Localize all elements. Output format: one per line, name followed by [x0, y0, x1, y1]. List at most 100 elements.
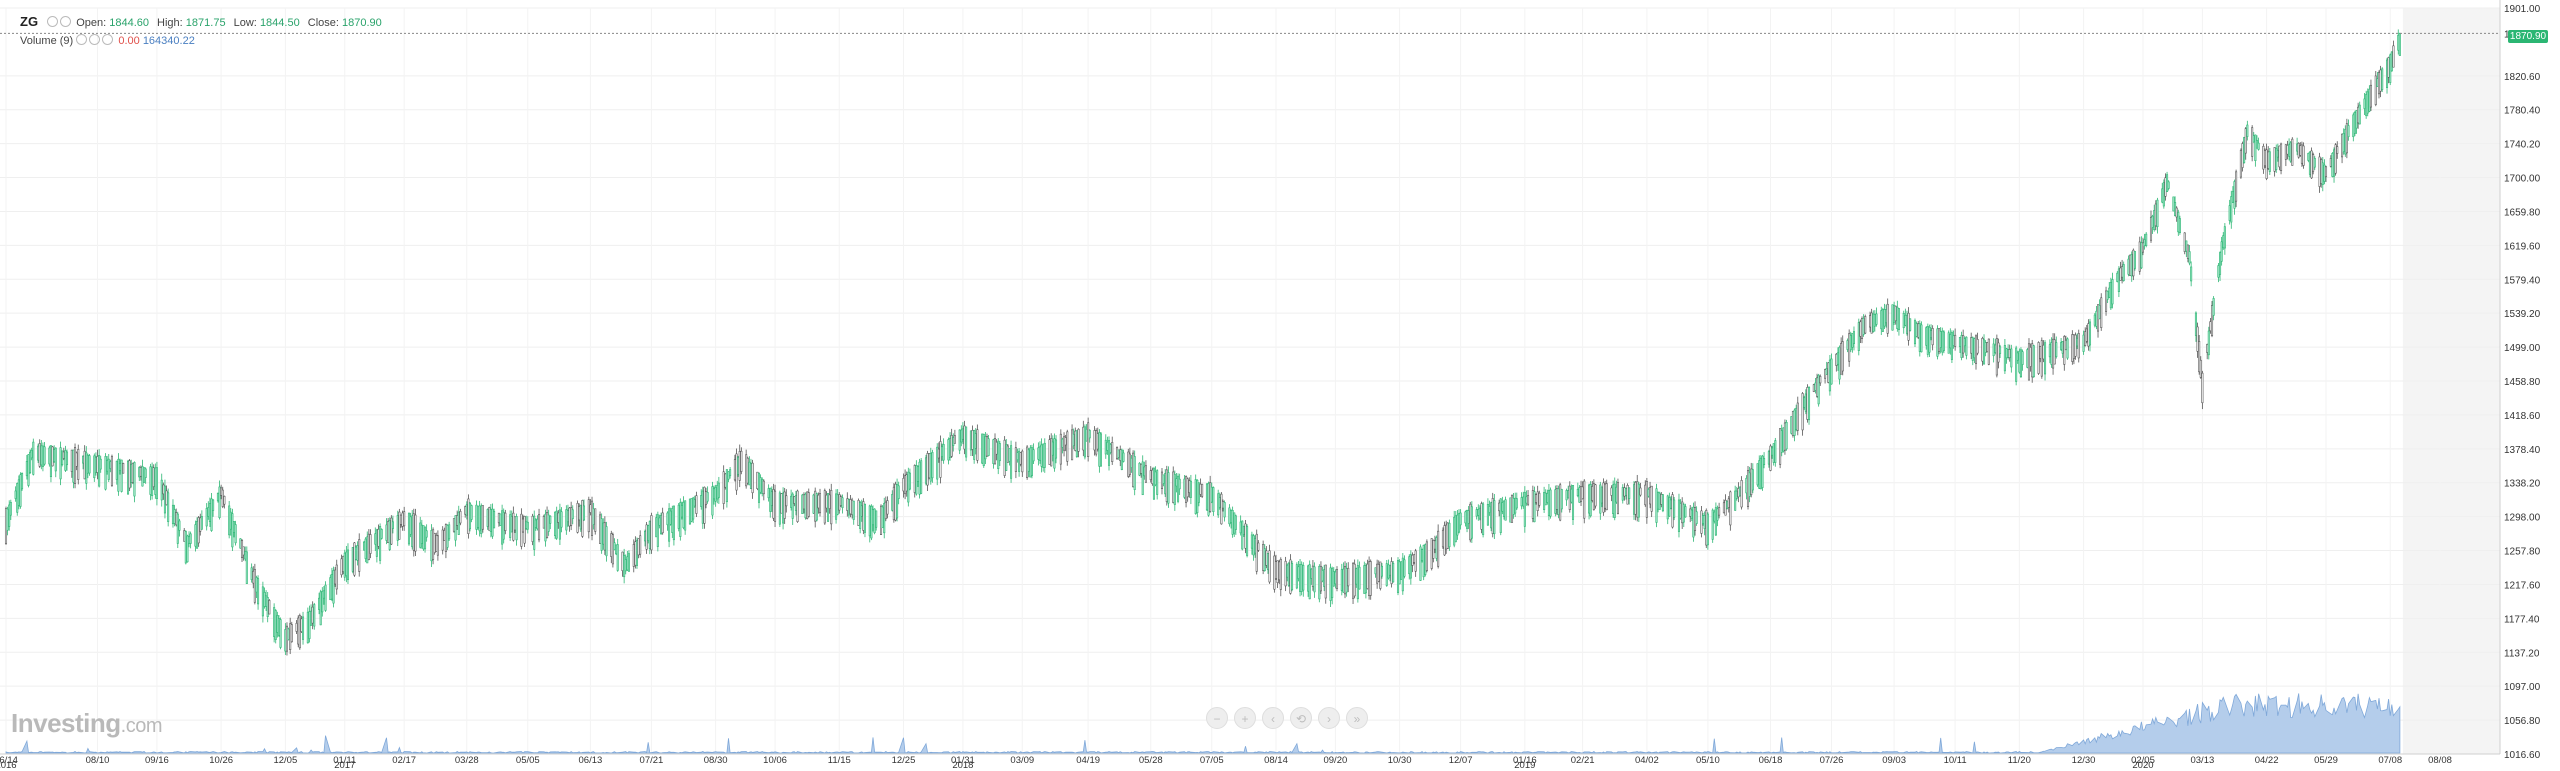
candle-body: [27, 454, 30, 486]
candle-body: [2117, 268, 2120, 292]
candle-body: [2385, 59, 2389, 88]
candle-body: [2095, 310, 2098, 327]
candle-body: [2310, 150, 2313, 179]
close-icon[interactable]: [60, 16, 72, 27]
candle-body: [847, 499, 850, 516]
close-icon[interactable]: [102, 34, 114, 45]
candle-body: [632, 544, 635, 567]
candle-body: [216, 492, 219, 502]
settings-icon[interactable]: [47, 16, 59, 27]
candle-body: [277, 618, 280, 636]
candle-body: [1363, 565, 1366, 594]
candle-body: [1976, 339, 1979, 354]
candle-body: [318, 597, 321, 610]
candle-body: [186, 535, 189, 563]
reset-icon[interactable]: ⟲: [1290, 707, 1312, 729]
candle-body: [605, 526, 608, 557]
candle-body: [1083, 426, 1086, 458]
candle-body: [379, 526, 382, 561]
candle-body: [2397, 34, 2400, 51]
candle-body: [838, 494, 841, 511]
zoom-out-icon[interactable]: −: [1206, 707, 1228, 729]
x-tick-label: 10/30: [1388, 755, 1412, 766]
candle-body: [2196, 326, 2199, 352]
candle-body: [1801, 393, 1804, 431]
candle-body: [538, 514, 541, 541]
candle-body: [1812, 384, 1815, 392]
candle-body: [499, 513, 502, 526]
candle-body: [1454, 515, 1457, 543]
candle-body: [321, 590, 324, 613]
candle-body: [1804, 393, 1807, 412]
candle-body: [1467, 510, 1470, 524]
candle-body: [1026, 446, 1029, 479]
candle-body: [1782, 427, 1785, 452]
candle-body: [1172, 471, 1175, 503]
candle-body: [2087, 323, 2090, 347]
candle-body: [2390, 51, 2393, 72]
candle-body: [2276, 150, 2279, 158]
candle-body: [62, 451, 65, 459]
candle-body: [228, 505, 231, 536]
zoom-in-icon[interactable]: +: [1234, 707, 1256, 729]
candle-body: [2042, 344, 2045, 360]
candle-body: [1355, 568, 1358, 585]
candle-body: [594, 508, 597, 532]
candle-body: [1493, 500, 1496, 535]
candle-body: [700, 495, 703, 507]
candle-body: [1345, 568, 1348, 593]
candle-body: [1199, 483, 1202, 495]
candle-body: [2300, 144, 2303, 164]
candle-body: [1796, 402, 1799, 431]
candle-body: [672, 505, 675, 541]
scroll-right-icon[interactable]: ›: [1318, 707, 1340, 729]
price-chart[interactable]: 1901.00 1870.90 1820.60 1780.40 1740.20 1700.…: [0, 0, 2560, 771]
candle-body: [1835, 353, 1838, 366]
candle-body: [1690, 509, 1693, 519]
candle-body: [716, 484, 719, 500]
candle-body: [504, 512, 507, 531]
candle-body: [1499, 498, 1502, 533]
candle-body: [513, 516, 516, 531]
candle-body: [879, 505, 883, 536]
candle-body: [133, 462, 136, 497]
candle-body: [1501, 502, 1504, 512]
candle-body: [53, 449, 56, 463]
x-tick-label: 04/22: [2255, 755, 2279, 766]
candle-body: [615, 544, 618, 555]
candle-body: [1705, 510, 1708, 546]
candle-body: [346, 549, 350, 580]
candle-body: [284, 629, 287, 652]
scroll-left-icon[interactable]: ‹: [1262, 707, 1284, 729]
candle-body: [470, 505, 473, 520]
candle-body: [1873, 313, 1876, 327]
y-tick-label: 1177.40: [2504, 614, 2540, 625]
candle-body: [2122, 264, 2125, 281]
candle-body: [896, 484, 899, 519]
candle-body: [1387, 564, 1390, 579]
candle-body: [1048, 439, 1051, 465]
candle-body: [984, 436, 987, 460]
candle-body: [2172, 196, 2175, 212]
candle-body: [1005, 444, 1008, 471]
y-tick-label: 1539.20: [2504, 309, 2541, 320]
candle-body: [334, 569, 337, 585]
candle-body: [435, 534, 438, 552]
candle-body: [1645, 481, 1648, 518]
candle-body: [1446, 522, 1449, 549]
candle-body: [459, 511, 462, 524]
candle-body: [367, 533, 370, 560]
candle-body: [1941, 330, 1944, 353]
candle-body: [433, 533, 436, 553]
candle-body: [1702, 515, 1705, 524]
visibility-icon[interactable]: [76, 34, 88, 45]
candle-body: [1050, 438, 1053, 467]
symbol-label: ZG: [20, 14, 39, 29]
candle-body: [2154, 203, 2157, 227]
candle-body: [295, 622, 298, 632]
settings-icon[interactable]: [89, 34, 101, 45]
candle-body: [2257, 142, 2260, 150]
candle-body: [961, 428, 964, 440]
scroll-end-icon[interactable]: »: [1346, 707, 1368, 729]
candle-body: [2273, 147, 2276, 172]
